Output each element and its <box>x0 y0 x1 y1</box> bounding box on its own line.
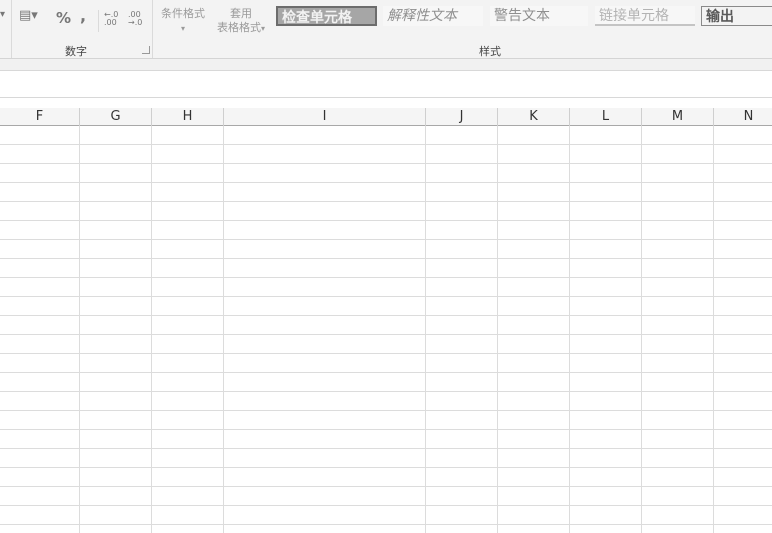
style-linked-cell[interactable]: 链接单元格 <box>595 6 695 26</box>
styles-group-label: 样式 <box>479 45 501 58</box>
group-separator <box>152 0 153 58</box>
format-as-table-label-2: 表格格式 <box>216 21 261 34</box>
increase-decimal-button[interactable]: ←.0.00 <box>104 11 124 27</box>
cell-grid[interactable] <box>0 126 772 533</box>
formula-bar[interactable] <box>0 71 772 97</box>
divider <box>0 97 772 98</box>
percent-style-button[interactable]: % <box>56 9 71 27</box>
column-header-h[interactable]: H <box>152 108 224 126</box>
gridline <box>425 126 426 533</box>
column-header-n[interactable]: N <box>714 108 772 126</box>
conditional-format-button[interactable]: 条件格式 ▾ <box>157 7 209 36</box>
chevron-down-icon: ▾ <box>260 24 265 33</box>
column-header-l[interactable]: L <box>570 108 642 126</box>
gridline <box>151 126 152 533</box>
gridline <box>641 126 642 533</box>
column-header-g[interactable]: G <box>80 108 152 126</box>
column-header-k[interactable]: K <box>498 108 570 126</box>
column-header-f[interactable]: F <box>0 108 80 126</box>
gridline <box>497 126 498 533</box>
number-dialog-launcher-icon[interactable] <box>142 46 150 54</box>
dropdown-arrow-icon[interactable]: ▾ <box>0 9 5 20</box>
decrease-decimal-button[interactable]: .00 →.0 <box>128 11 148 27</box>
gridline <box>569 126 570 533</box>
format-as-table-label-1: 套用 <box>230 7 252 20</box>
style-warning-text[interactable]: 警告文本 <box>490 6 588 26</box>
conditional-format-label: 条件格式 <box>161 7 205 20</box>
gridline <box>223 126 224 533</box>
column-header-i[interactable]: I <box>224 108 426 126</box>
chevron-down-icon: ▾ <box>180 24 185 33</box>
number-group-label: 数字 <box>65 45 87 58</box>
accounting-format-icon[interactable]: ▤▾ <box>19 8 38 23</box>
column-header-j[interactable]: J <box>426 108 498 126</box>
column-header-row: F G H I J K L M N <box>0 108 772 126</box>
ribbon: ▾ ▤▾ % , ←.0.00 .00 →.0 数字 条件格式 ▾ 套用 表格格式… <box>0 0 772 58</box>
column-header-m[interactable]: M <box>642 108 714 126</box>
formula-bar-band <box>0 59 772 70</box>
style-check-cell[interactable]: 检查单元格 <box>276 6 377 26</box>
comma-style-button[interactable]: , <box>80 6 86 25</box>
style-output[interactable]: 输出 <box>701 6 772 26</box>
style-explanatory-text[interactable]: 解释性文本 <box>383 6 483 26</box>
gridline <box>713 126 714 533</box>
separator <box>98 10 99 32</box>
gridline <box>79 126 80 533</box>
format-as-table-button[interactable]: 套用 表格格式▾ <box>210 7 272 36</box>
